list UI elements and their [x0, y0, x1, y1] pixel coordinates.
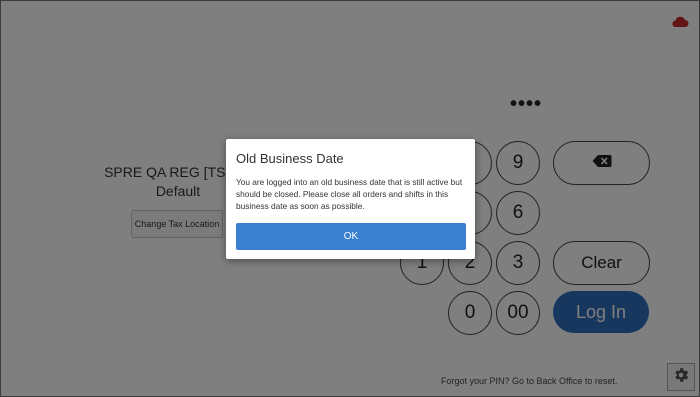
old-business-date-dialog: Old Business Date You are logged into an…: [226, 139, 475, 259]
dialog-message: You are logged into an old business date…: [236, 177, 463, 211]
ok-button[interactable]: OK: [236, 223, 466, 250]
login-screen: SPRE QA REG [TS][AS Default Change Tax L…: [0, 0, 700, 397]
dialog-title: Old Business Date: [236, 151, 344, 166]
